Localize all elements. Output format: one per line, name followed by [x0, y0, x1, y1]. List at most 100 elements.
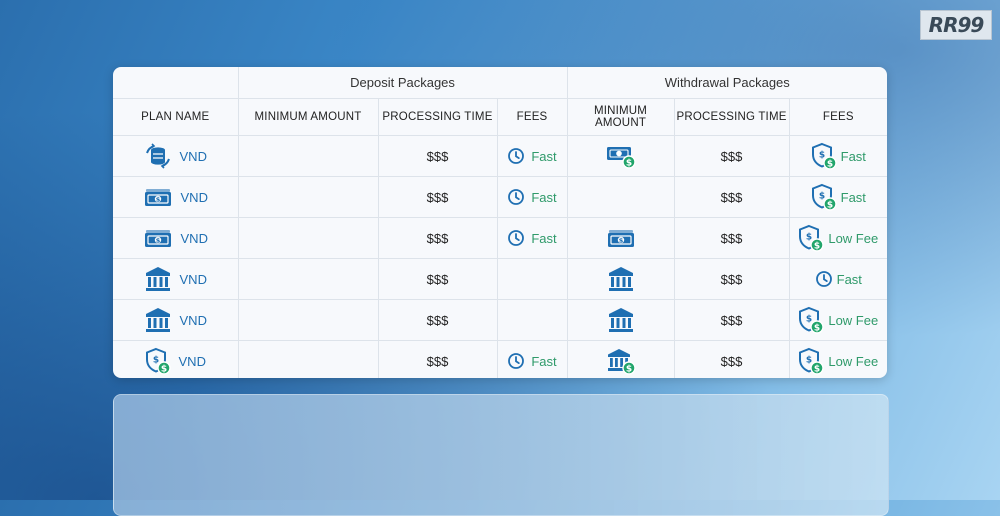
shield-dollar-icon: $ $ [145, 347, 171, 375]
clock-icon [507, 147, 525, 165]
deposit-fee: Fast [531, 148, 557, 164]
svg-text:$: $ [827, 201, 833, 211]
deposit-processing-time-cell: $$$ [378, 258, 498, 300]
bank-icon [144, 306, 172, 334]
deposit-processing-time: $$$ [426, 353, 449, 369]
cash-coin-icon: $ [605, 143, 637, 169]
bank-icon [144, 265, 172, 293]
withdrawal-fees-cell: $ $ Fast [789, 135, 887, 177]
withdrawal-processing-time: $$$ [720, 189, 743, 205]
plan-name: VND [179, 271, 207, 287]
column-header: MINIMUM AMOUNT [567, 98, 675, 136]
banknote-icon: $ [143, 226, 173, 250]
shield-dollar-icon: $ $ [811, 142, 837, 170]
withdrawal-fees-cell: $ $ Fast [789, 176, 887, 218]
svg-text:$: $ [819, 151, 825, 161]
banknote-icon: $ [606, 226, 636, 250]
withdrawal-processing-time: $$$ [720, 312, 743, 328]
svg-text:$: $ [155, 237, 160, 245]
svg-text:$: $ [625, 159, 631, 169]
packages-table-card: Deposit Packages Withdrawal Packages PLA… [113, 67, 887, 378]
plan-name: VND [180, 230, 208, 246]
deposit-processing-time-cell: $$$ [378, 217, 498, 259]
deposit-min-amount-cell [238, 176, 379, 218]
coin-exchange-icon [144, 142, 172, 170]
withdrawal-fee: Low Fee [828, 353, 879, 369]
svg-text:$: $ [155, 196, 160, 204]
bank-coin-icon: $ [606, 347, 636, 375]
table-row: $ VND $$$ Fast $$$ $ $ Fast [113, 176, 887, 218]
withdrawal-processing-time: $$$ [720, 148, 743, 164]
column-header: PROCESSING TIME [674, 98, 790, 136]
table-row: $ VND $$$ Fast $ $$$ $ $ Low Fee [113, 217, 887, 259]
deposit-min-amount-cell [238, 217, 379, 259]
deposit-processing-time-cell: $$$ [378, 340, 498, 378]
table-row: VND $$$ $$$ $ $ Low Fee [113, 299, 887, 341]
clock-icon [507, 352, 525, 370]
withdrawal-fees-cell: $ $ Low Fee [789, 299, 887, 341]
withdrawal-fees-cell: $ $ Low Fee [789, 217, 887, 259]
plan-name-cell: $ VND [113, 176, 239, 218]
svg-text:$: $ [806, 315, 812, 325]
group-header-empty [113, 67, 239, 99]
deposit-min-amount-cell [238, 340, 379, 378]
plan-name: VND [179, 148, 207, 164]
withdrawal-processing-time: $$$ [720, 230, 743, 246]
group-header-deposit: Deposit Packages [238, 67, 568, 99]
brand-logo: RR99 [920, 10, 992, 40]
withdrawal-processing-time: $$$ [720, 353, 743, 369]
deposit-fees-cell [497, 299, 568, 341]
withdrawal-fee: Fast [840, 148, 866, 164]
svg-text:$: $ [814, 365, 820, 375]
deposit-min-amount-cell [238, 258, 379, 300]
deposit-processing-time: $$$ [426, 189, 449, 205]
deposit-processing-time: $$$ [426, 230, 449, 246]
plan-name-cell: VND [113, 258, 239, 300]
column-header: MINIMUM AMOUNT [238, 98, 379, 136]
svg-text:$: $ [819, 192, 825, 202]
deposit-fees-cell [497, 258, 568, 300]
deposit-min-amount-cell [238, 135, 379, 177]
withdrawal-processing-time-cell: $$$ [674, 135, 790, 177]
svg-text:$: $ [625, 365, 631, 375]
lower-panel [113, 394, 889, 516]
withdrawal-min-amount-cell: $ [567, 340, 675, 378]
clock-icon [507, 188, 525, 206]
column-header: PLAN NAME [113, 98, 239, 136]
column-header: FEES [497, 98, 568, 136]
svg-text:$: $ [814, 324, 820, 334]
deposit-processing-time-cell: $$$ [378, 135, 498, 177]
deposit-fees-cell: Fast [497, 340, 568, 378]
withdrawal-processing-time: $$$ [720, 271, 743, 287]
deposit-fees-cell: Fast [497, 217, 568, 259]
withdrawal-fee: Low Fee [828, 230, 879, 246]
deposit-min-amount-cell [238, 299, 379, 341]
clock-icon [507, 229, 525, 247]
withdrawal-min-amount-cell [567, 258, 675, 300]
column-header: FEES [789, 98, 887, 136]
plan-name: VND [179, 312, 207, 328]
deposit-processing-time: $$$ [426, 148, 449, 164]
withdrawal-processing-time-cell: $$$ [674, 340, 790, 378]
deposit-fee: Fast [531, 353, 557, 369]
shield-dollar-icon: $ $ [798, 347, 825, 375]
plan-name-cell: $ VND [113, 217, 239, 259]
packages-table: Deposit Packages Withdrawal Packages PLA… [113, 67, 887, 378]
shield-dollar-icon: $ $ [811, 183, 837, 211]
shield-dollar-icon: $ $ [798, 306, 825, 334]
column-header-row: PLAN NAME MINIMUM AMOUNT PROCESSING TIME… [113, 98, 887, 136]
deposit-processing-time-cell: $$$ [378, 176, 498, 218]
plan-name-cell: VND [113, 299, 239, 341]
svg-text:$: $ [806, 356, 812, 366]
brand-logo-text: RR99 [928, 13, 985, 37]
deposit-fee: Fast [531, 230, 557, 246]
withdrawal-processing-time-cell: $$$ [674, 258, 790, 300]
deposit-processing-time-cell: $$$ [378, 299, 498, 341]
withdrawal-fees-cell: $ $ Low Fee [789, 341, 887, 379]
deposit-processing-time: $$$ [426, 271, 449, 287]
deposit-fees-cell: Fast [497, 135, 568, 177]
withdrawal-fee: Fast [840, 189, 866, 205]
svg-text:$: $ [160, 365, 166, 375]
group-header-withdrawal: Withdrawal Packages [567, 67, 887, 99]
table-row: $ $ VND $$$ Fast $ $$$ $ $ Low Fee [113, 340, 887, 379]
